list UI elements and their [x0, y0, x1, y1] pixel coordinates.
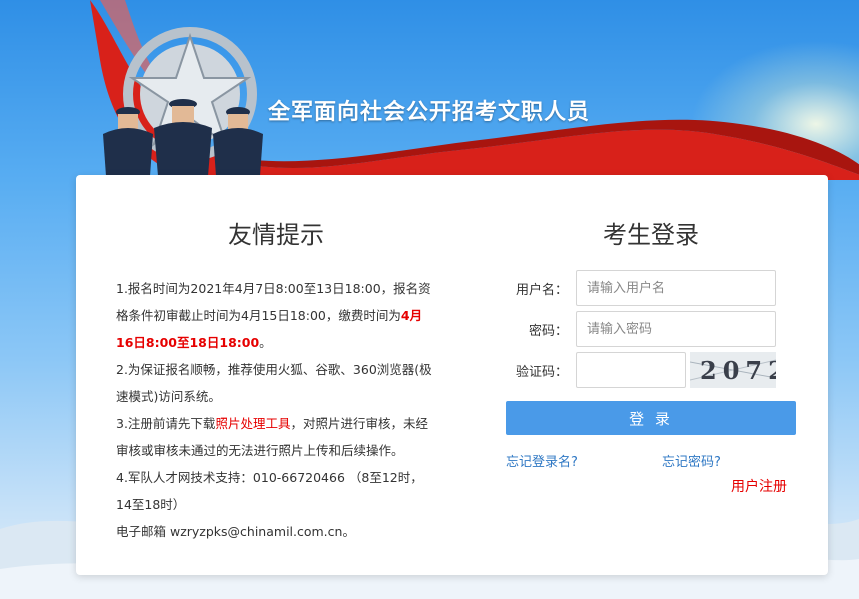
header-banner: 全军面向社会公开招考文职人员: [0, 0, 859, 180]
soldiers-image: [103, 99, 263, 176]
password-row: 密码：: [506, 311, 776, 347]
username-row: 用户名：: [506, 270, 776, 306]
tip-item-4: 4.军队人才网技术支持：010-66720466 （8至12时，14至18时）: [116, 470, 423, 512]
site-title: 全军面向社会公开招考文职人员: [268, 100, 591, 125]
register-link[interactable]: 用户注册: [731, 476, 787, 496]
password-input[interactable]: [576, 311, 776, 347]
captcha-image[interactable]: 2072: [690, 352, 776, 388]
photo-tool-link[interactable]: 照片处理工具: [215, 416, 290, 431]
username-input[interactable]: [576, 270, 776, 306]
tip-item-1: 1.报名时间为2021年4月7日8:00至13日18:00，报名资格条件初审截止…: [116, 275, 438, 356]
tips-content: 1.报名时间为2021年4月7日8:00至13日18:00，报名资格条件初审截止…: [116, 275, 438, 545]
tips-title: 友情提示: [228, 221, 324, 249]
captcha-label: 验证码：: [515, 364, 568, 380]
tip-1-text: 1.报名时间为2021年4月7日8:00至13日18:00，报名资格条件初审截止…: [116, 281, 431, 323]
tip-item-2: 2.为保证报名顺畅，推荐使用火狐、谷歌、360浏览器(极速模式)访问系统。: [116, 362, 432, 404]
main-card: 友情提示 1.报名时间为2021年4月7日8:00至13日18:00，报名资格条…: [76, 175, 828, 575]
tip-email: 电子邮箱 wzryzpks@chinamil.com.cn。: [116, 524, 355, 539]
login-button[interactable]: 登 录: [506, 401, 796, 435]
captcha-text: 2072: [700, 356, 776, 385]
forgot-username-link[interactable]: 忘记登录名?: [506, 451, 578, 470]
tip-3-text: 3.注册前请先下载: [116, 416, 216, 431]
login-title: 考生登录: [603, 221, 699, 249]
username-label: 用户名：: [515, 282, 568, 298]
tip-item-3: 3.注册前请先下载照片处理工具，对照片进行审核，未经审核或审核未通过的无法进行照…: [116, 410, 438, 464]
forgot-password-link[interactable]: 忘记密码?: [662, 451, 721, 470]
tip-1-end: 。: [259, 335, 272, 350]
password-label: 密码：: [528, 323, 568, 339]
captcha-row: 验证码： 2072: [506, 352, 776, 388]
captcha-input[interactable]: [576, 352, 686, 388]
